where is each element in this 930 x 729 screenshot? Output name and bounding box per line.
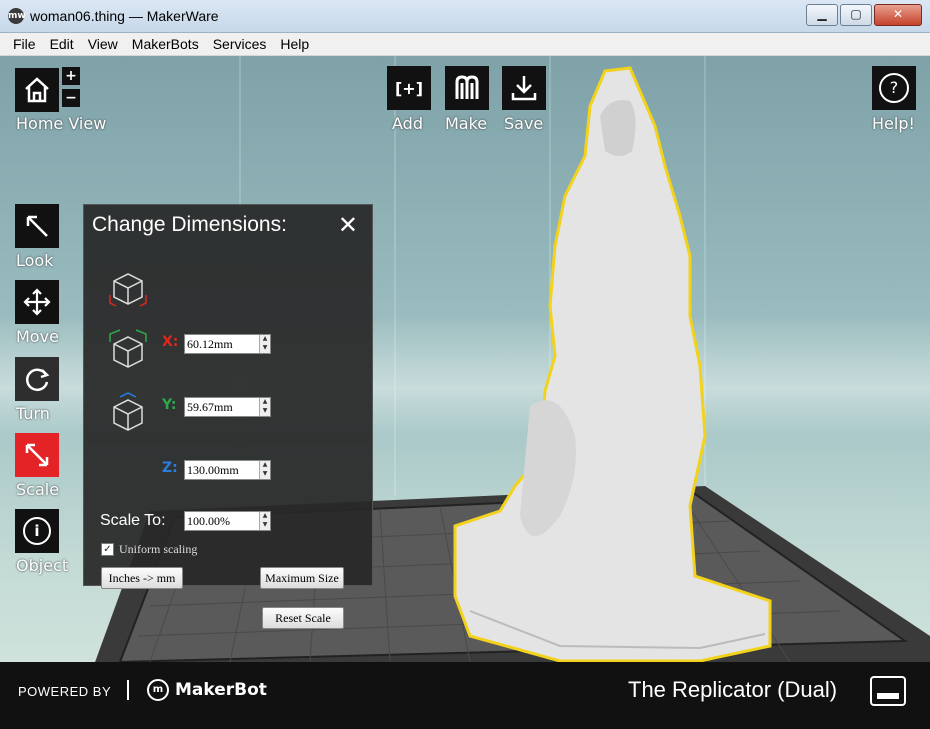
window-controls: ▁ ▢ ✕: [806, 4, 922, 26]
makerbot-m-icon: [455, 75, 479, 99]
makerbot-logo-icon: m: [147, 679, 169, 701]
menu-view[interactable]: View: [81, 33, 125, 55]
scale-button[interactable]: [15, 433, 59, 477]
reset-scale-button[interactable]: Reset Scale: [262, 607, 344, 629]
3d-viewport[interactable]: + − Home View [+] Add Make Save ? Help! …: [0, 56, 930, 729]
home-view-button[interactable]: [15, 68, 59, 112]
rotate-icon: [26, 368, 50, 392]
maximize-button[interactable]: ▢: [840, 4, 872, 26]
help-icon: ?: [879, 73, 909, 103]
y-axis-label: Y:: [162, 397, 177, 413]
cube-y-icon: [109, 329, 147, 368]
move-arrows-icon: [23, 288, 51, 316]
make-button[interactable]: [445, 66, 489, 110]
change-dimensions-panel: Change Dimensions: ✕ X: 60.12mm ▲ ▼ Y: 59…: [83, 204, 373, 629]
house-icon: [25, 77, 49, 103]
scale-to-label: Scale To:: [100, 512, 166, 529]
title-bar: mw woman06.thing — MakerWare ▁ ▢ ✕: [0, 0, 930, 33]
menu-makerbots[interactable]: MakerBots: [125, 33, 206, 55]
info-icon: i: [23, 517, 51, 545]
inches-to-mm-button[interactable]: Inches -> mm: [101, 567, 183, 589]
footer-divider: [127, 680, 129, 700]
menu-file[interactable]: File: [6, 33, 43, 55]
z-spinner[interactable]: ▲ ▼: [259, 461, 270, 479]
help-label: Help!: [872, 114, 915, 133]
z-dimension-input[interactable]: 130.00mm ▲ ▼: [184, 460, 271, 480]
help-button[interactable]: ?: [872, 66, 916, 110]
add-label: Add: [392, 114, 423, 133]
panel-title: Change Dimensions:: [92, 213, 287, 236]
x-value: 60.12mm: [187, 336, 233, 351]
look-button[interactable]: [15, 204, 59, 248]
save-button[interactable]: [502, 66, 546, 110]
zoom-in-button[interactable]: +: [62, 67, 80, 85]
object-label: Object: [16, 556, 69, 575]
turn-label: Turn: [16, 404, 50, 423]
z-axis-label: Z:: [162, 460, 178, 476]
save-label: Save: [504, 114, 544, 133]
menu-edit[interactable]: Edit: [43, 33, 81, 55]
cube-x-icon: [109, 273, 147, 307]
move-button[interactable]: [15, 280, 59, 324]
makerware-app-icon: mw: [8, 8, 26, 24]
y-dimension-input[interactable]: 59.67mm ▲ ▼: [184, 397, 271, 417]
y-spinner[interactable]: ▲ ▼: [259, 398, 270, 416]
scale-value: 100.00%: [187, 513, 230, 528]
minimize-button[interactable]: ▁: [806, 4, 838, 26]
uniform-scaling-label: Uniform scaling: [119, 542, 198, 556]
printer-icon[interactable]: [870, 676, 906, 706]
zoom-out-button[interactable]: −: [62, 89, 80, 107]
x-axis-label: X:: [162, 334, 179, 350]
object-button[interactable]: i: [15, 509, 59, 553]
move-label: Move: [16, 327, 59, 346]
add-icon: [+]: [394, 78, 424, 98]
scale-spinner[interactable]: ▲ ▼: [259, 512, 270, 530]
window-title: woman06.thing — MakerWare: [30, 8, 219, 24]
close-panel-icon[interactable]: ✕: [338, 211, 358, 239]
x-spinner[interactable]: ▲ ▼: [259, 335, 270, 353]
menu-services[interactable]: Services: [206, 33, 274, 55]
scale-arrow-icon: [25, 443, 49, 467]
menu-help[interactable]: Help: [273, 33, 316, 55]
menu-bar: File Edit View MakerBots Services Help: [0, 33, 930, 56]
turn-button[interactable]: [15, 357, 59, 401]
y-value: 59.67mm: [187, 399, 233, 414]
make-label: Make: [445, 114, 488, 133]
look-label: Look: [16, 251, 54, 270]
home-view-label: Home View: [16, 114, 107, 133]
status-bar: POWERED BY m MakerBot The Replicator (Du…: [0, 662, 930, 729]
cube-z-icon: [113, 392, 143, 431]
z-value: 130.00mm: [187, 462, 239, 477]
look-arrow-icon: [26, 215, 48, 237]
scale-percent-input[interactable]: 100.00% ▲ ▼: [184, 511, 271, 531]
maximum-size-button[interactable]: Maximum Size: [260, 567, 344, 589]
close-window-button[interactable]: ✕: [874, 4, 922, 26]
makerbot-brand: MakerBot: [175, 680, 267, 700]
uniform-scaling-checkbox[interactable]: ✓: [101, 543, 114, 556]
download-icon: [511, 76, 537, 101]
scale-label: Scale: [16, 480, 60, 499]
printer-name[interactable]: The Replicator (Dual): [628, 677, 837, 703]
x-dimension-input[interactable]: 60.12mm ▲ ▼: [184, 334, 271, 354]
powered-by-label: POWERED BY: [18, 684, 112, 699]
add-button[interactable]: [+]: [387, 66, 431, 110]
